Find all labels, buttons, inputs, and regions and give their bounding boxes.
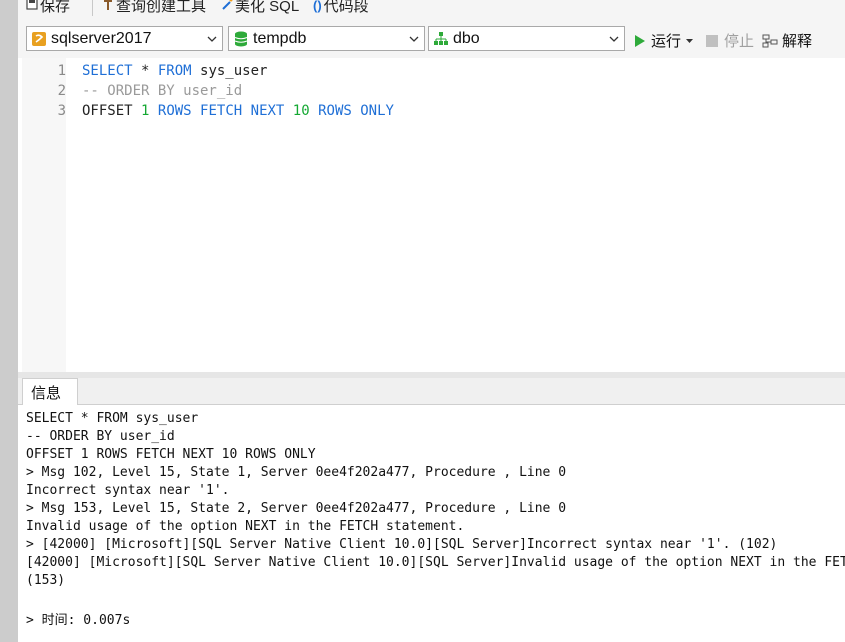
schema-icon <box>433 31 449 47</box>
caret-down-icon[interactable] <box>686 38 694 43</box>
left-edge-bar <box>0 0 18 642</box>
schema-value: dbo <box>453 29 480 47</box>
line-number: 1 <box>57 63 66 79</box>
explain-button[interactable]: 解释 <box>762 30 812 51</box>
run-button[interactable]: 运行 <box>634 30 694 51</box>
results-tab-bar: 信息 <box>18 378 845 405</box>
braces-icon: () <box>313 0 322 13</box>
line-number: 2 <box>57 83 66 99</box>
database-value: tempdb <box>253 29 307 47</box>
stop-button[interactable]: 停止 <box>706 30 754 51</box>
main-toolbar: 保存 查询创建工具 美化 SQL () 代码段 <box>18 0 845 22</box>
number-literal: 10 <box>292 103 310 119</box>
number-literal: 1 <box>141 103 150 119</box>
server-select[interactable]: sqlserver2017 <box>26 26 223 51</box>
keyword-rows: ROWS <box>318 103 352 119</box>
output-line: > Msg 153, Level 15, State 2, Server 0ee… <box>26 501 567 516</box>
connection-toolbar: sqlserver2017 tempdb dbo 运行 停止 解释 <box>18 22 845 58</box>
snippet-label: 代码段 <box>323 0 369 15</box>
explain-icon <box>762 34 778 48</box>
line-number: 3 <box>57 103 66 119</box>
hammer-icon <box>102 0 114 13</box>
output-line: (153) <box>26 573 66 588</box>
output-line: > [42000] [Microsoft][SQL Server Native … <box>26 537 778 552</box>
output-line: Incorrect syntax near '1'. <box>26 483 230 498</box>
output-line: -- ORDER BY user_id <box>26 429 175 444</box>
chevron-down-icon <box>406 36 422 42</box>
magic-wand-icon <box>221 0 233 13</box>
beautify-sql-button[interactable]: 美化 SQL <box>221 0 299 16</box>
table-name: sys_user <box>191 63 268 79</box>
code-line-1: SELECT * FROM sys_user <box>82 63 267 79</box>
keyword-next: NEXT <box>250 103 285 119</box>
beautify-label: 美化 SQL <box>235 0 300 15</box>
save-button[interactable]: 保存 <box>26 0 70 16</box>
output-line: > Msg 102, Level 15, State 1, Server 0ee… <box>26 465 567 480</box>
sql-editor[interactable]: 1 2 3 SELECT * FROM sys_user -- ORDER BY… <box>18 58 845 372</box>
schema-select[interactable]: dbo <box>428 26 625 51</box>
code-line-2: -- ORDER BY user_id <box>82 83 242 99</box>
code-star: * <box>132 63 158 79</box>
tab-info-label: 信息 <box>31 384 62 402</box>
code-comment: -- ORDER BY user_id <box>82 83 243 99</box>
toolbar-separator <box>92 0 93 16</box>
database-icon <box>233 31 249 47</box>
stop-icon <box>706 34 718 47</box>
message-output: SELECT * FROM sys_user -- ORDER BY user_… <box>18 405 845 642</box>
chevron-down-icon <box>606 36 622 42</box>
output-line: Invalid usage of the option NEXT in the … <box>26 519 465 534</box>
query-builder-label: 查询创建工具 <box>116 0 207 15</box>
keyword-only: ONLY <box>360 103 394 119</box>
output-line-time: > 时间: 0.007s <box>26 613 131 628</box>
chevron-down-icon <box>204 36 220 42</box>
save-icon <box>26 0 38 13</box>
keyword-offset: OFFSET <box>82 103 133 119</box>
keyword-from: FROM <box>157 63 192 79</box>
output-line: [42000] [Microsoft][SQL Server Native Cl… <box>26 555 845 570</box>
output-line: SELECT * FROM sys_user <box>26 411 199 426</box>
server-value: sqlserver2017 <box>51 29 152 47</box>
output-line: OFFSET 1 ROWS FETCH NEXT 10 ROWS ONLY <box>26 447 316 462</box>
stop-label: 停止 <box>724 33 755 50</box>
query-builder-button[interactable]: 查询创建工具 <box>102 0 206 16</box>
server-icon <box>31 31 47 47</box>
save-label: 保存 <box>40 0 71 15</box>
line-number-gutter: 1 2 3 <box>22 58 66 372</box>
code-line-3: OFFSET 1 ROWS FETCH NEXT 10 ROWS ONLY <box>82 103 394 119</box>
snippet-button[interactable]: () 代码段 <box>313 0 369 16</box>
keyword-fetch: FETCH <box>200 103 243 119</box>
run-label: 运行 <box>651 33 682 50</box>
explain-label: 解释 <box>782 33 813 50</box>
database-select[interactable]: tempdb <box>228 26 425 51</box>
tab-info[interactable]: 信息 <box>22 378 78 405</box>
keyword-select: SELECT <box>82 63 133 79</box>
play-icon <box>634 34 646 48</box>
keyword-rows: ROWS <box>157 103 192 119</box>
